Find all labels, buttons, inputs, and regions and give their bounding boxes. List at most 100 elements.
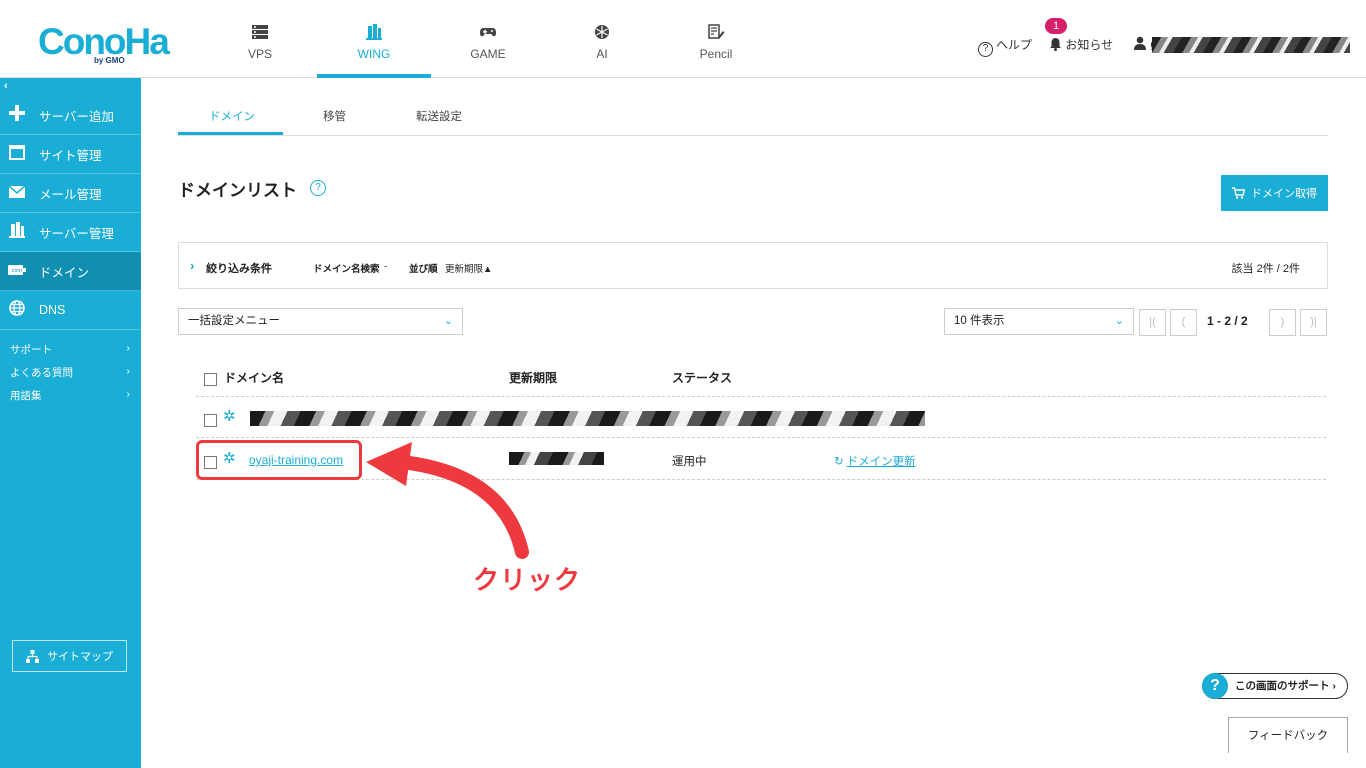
row-divider bbox=[196, 437, 1326, 438]
conoha-logo[interactable]: ConoHa by GMO bbox=[38, 22, 170, 66]
mail-icon bbox=[8, 184, 26, 202]
help-icon: ? bbox=[978, 42, 993, 57]
status-text: 運用中 bbox=[672, 456, 707, 468]
filter-title: 絞り込み条件 bbox=[206, 263, 272, 275]
help-label: ヘルプ bbox=[996, 38, 1033, 52]
sidebar-link-support[interactable]: サポート › bbox=[10, 342, 130, 357]
subtab-active-indicator bbox=[178, 132, 283, 135]
sidebar-item-add-server[interactable]: サーバー追加 bbox=[0, 96, 141, 135]
globe-icon bbox=[8, 300, 26, 320]
click-annotation-label: クリック bbox=[473, 565, 582, 595]
per-page-select[interactable]: 10 件表示 ⌄ bbox=[944, 308, 1134, 335]
sidebar-item-label: サイト管理 bbox=[39, 148, 102, 163]
sitemap-label: サイトマップ bbox=[47, 651, 113, 663]
row-divider bbox=[196, 396, 1326, 397]
chevron-right-icon: › bbox=[126, 388, 131, 400]
plus-icon bbox=[8, 105, 26, 125]
row-checkbox[interactable] bbox=[204, 414, 217, 427]
sidebar-collapse-button[interactable]: ‹ bbox=[4, 80, 8, 92]
get-domain-button[interactable]: ドメイン取得 bbox=[1221, 175, 1328, 211]
filter-sort-value: 更新期限▲ bbox=[445, 264, 493, 275]
renew-icon: ↻ bbox=[834, 456, 844, 468]
notice-badge: 1 bbox=[1045, 18, 1067, 34]
bulk-settings-select[interactable]: 一括設定メニュー ⌄ bbox=[178, 308, 463, 335]
chevron-down-icon: ⌄ bbox=[443, 315, 453, 327]
sitemap-button[interactable]: サイトマップ bbox=[12, 640, 127, 672]
chevron-right-icon: › bbox=[126, 365, 131, 377]
first-page-button[interactable]: |( bbox=[1139, 309, 1166, 336]
get-domain-label: ドメイン取得 bbox=[1251, 188, 1317, 200]
sidebar-item-server-manage[interactable]: サーバー管理 bbox=[0, 213, 141, 252]
column-header-status[interactable]: ステータス bbox=[672, 369, 732, 386]
nav-tab-label: AI bbox=[596, 47, 608, 61]
sidebar-link-label: サポート bbox=[10, 344, 52, 356]
sidebar-item-domain[interactable]: .com ドメイン bbox=[0, 252, 141, 291]
renew-domain-link[interactable]: ↻ ドメイン更新 bbox=[834, 453, 916, 469]
logo-by: by GMO bbox=[94, 56, 125, 65]
column-header-domain[interactable]: ドメイン名 bbox=[224, 369, 284, 386]
subtab-forwarding[interactable]: 転送設定 bbox=[416, 108, 462, 136]
title-help-icon[interactable]: ? bbox=[310, 180, 326, 196]
sidebar-link-faq[interactable]: よくある質問 › bbox=[10, 365, 130, 380]
nav-tab-label: Pencil bbox=[699, 47, 733, 61]
curved-arrow-annotation bbox=[366, 442, 529, 559]
wing-icon bbox=[366, 24, 382, 40]
sidebar-item-label: サーバー追加 bbox=[39, 109, 114, 124]
pagination-range: 1 - 2 / 2 bbox=[1207, 314, 1248, 328]
result-count: 該当 2件 / 2件 bbox=[1231, 263, 1300, 275]
server-manage-icon bbox=[8, 222, 26, 242]
sidebar-link-label: 用語集 bbox=[10, 390, 42, 402]
chevron-down-icon: ⌄ bbox=[1114, 315, 1124, 327]
notice-link[interactable]: お知らせ bbox=[1049, 36, 1113, 53]
notice-label: お知らせ bbox=[1065, 38, 1114, 52]
chevron-right-icon: › bbox=[190, 258, 195, 273]
nav-tab-label: VPS bbox=[247, 47, 272, 61]
sidebar-link-label: よくある質問 bbox=[10, 367, 73, 379]
help-link[interactable]: ? ヘルプ bbox=[978, 36, 1032, 57]
top-header: ConoHa by GMO VPS WING GAME AI Pencil ? ヘ… bbox=[0, 0, 1366, 78]
redacted-row bbox=[250, 411, 925, 426]
bulk-settings-value: 一括設定メニュー bbox=[188, 315, 280, 327]
nav-tab-pencil[interactable]: Pencil bbox=[659, 0, 773, 78]
redacted-username bbox=[1152, 37, 1350, 53]
nav-tab-vps[interactable]: VPS bbox=[203, 0, 317, 78]
highlight-box bbox=[196, 440, 362, 480]
sitemap-icon bbox=[26, 649, 39, 663]
column-header-expiry[interactable]: 更新期限 bbox=[509, 369, 557, 386]
pencil-icon bbox=[708, 24, 725, 39]
renew-label: ドメイン更新 bbox=[846, 456, 916, 468]
chevron-right-icon: › bbox=[126, 342, 131, 354]
nav-tab-label: WING bbox=[357, 47, 391, 61]
page-title: ドメインリスト bbox=[178, 181, 297, 200]
filter-panel[interactable]: › 絞り込み条件 ドメイン名検索 - 並び順 更新期限▲ 該当 2件 / 2件 bbox=[178, 242, 1328, 289]
subtab-transfer[interactable]: 移管 bbox=[323, 108, 346, 136]
filter-sort-label: 並び順 bbox=[409, 264, 438, 275]
nav-tab-label: GAME bbox=[470, 47, 506, 61]
last-page-button[interactable]: )| bbox=[1300, 309, 1327, 336]
nav-tab-game[interactable]: GAME bbox=[431, 0, 545, 78]
sidebar-item-label: サーバー管理 bbox=[39, 226, 114, 241]
svg-text:.com: .com bbox=[10, 268, 22, 274]
sidebar-link-glossary[interactable]: 用語集 › bbox=[10, 388, 130, 403]
nav-tab-wing[interactable]: WING bbox=[317, 0, 431, 78]
bell-icon bbox=[1050, 38, 1061, 51]
nav-tab-ai[interactable]: AI bbox=[545, 0, 659, 78]
sidebar-item-label: DNS bbox=[39, 303, 66, 317]
select-all-checkbox[interactable] bbox=[204, 373, 217, 386]
sidebar-item-label: メール管理 bbox=[39, 187, 102, 202]
domain-icon: .com bbox=[8, 263, 26, 280]
sidebar-item-mail-manage[interactable]: メール管理 bbox=[0, 174, 141, 213]
sidebar-item-label: ドメイン bbox=[39, 265, 90, 280]
window-icon bbox=[8, 144, 26, 164]
user-icon bbox=[1134, 36, 1146, 50]
next-page-button[interactable]: ) bbox=[1269, 309, 1296, 336]
sidebar-item-dns[interactable]: DNS bbox=[0, 291, 141, 330]
gear-icon[interactable]: ✲ bbox=[223, 407, 236, 425]
prev-page-button[interactable]: ( bbox=[1170, 309, 1197, 336]
cart-icon bbox=[1232, 187, 1245, 199]
ai-icon bbox=[595, 25, 609, 39]
feedback-button[interactable]: フィードバック bbox=[1228, 717, 1348, 753]
server-icon bbox=[252, 25, 268, 39]
sidebar-item-site-manage[interactable]: サイト管理 bbox=[0, 135, 141, 174]
filter-search-value: - bbox=[384, 261, 388, 272]
